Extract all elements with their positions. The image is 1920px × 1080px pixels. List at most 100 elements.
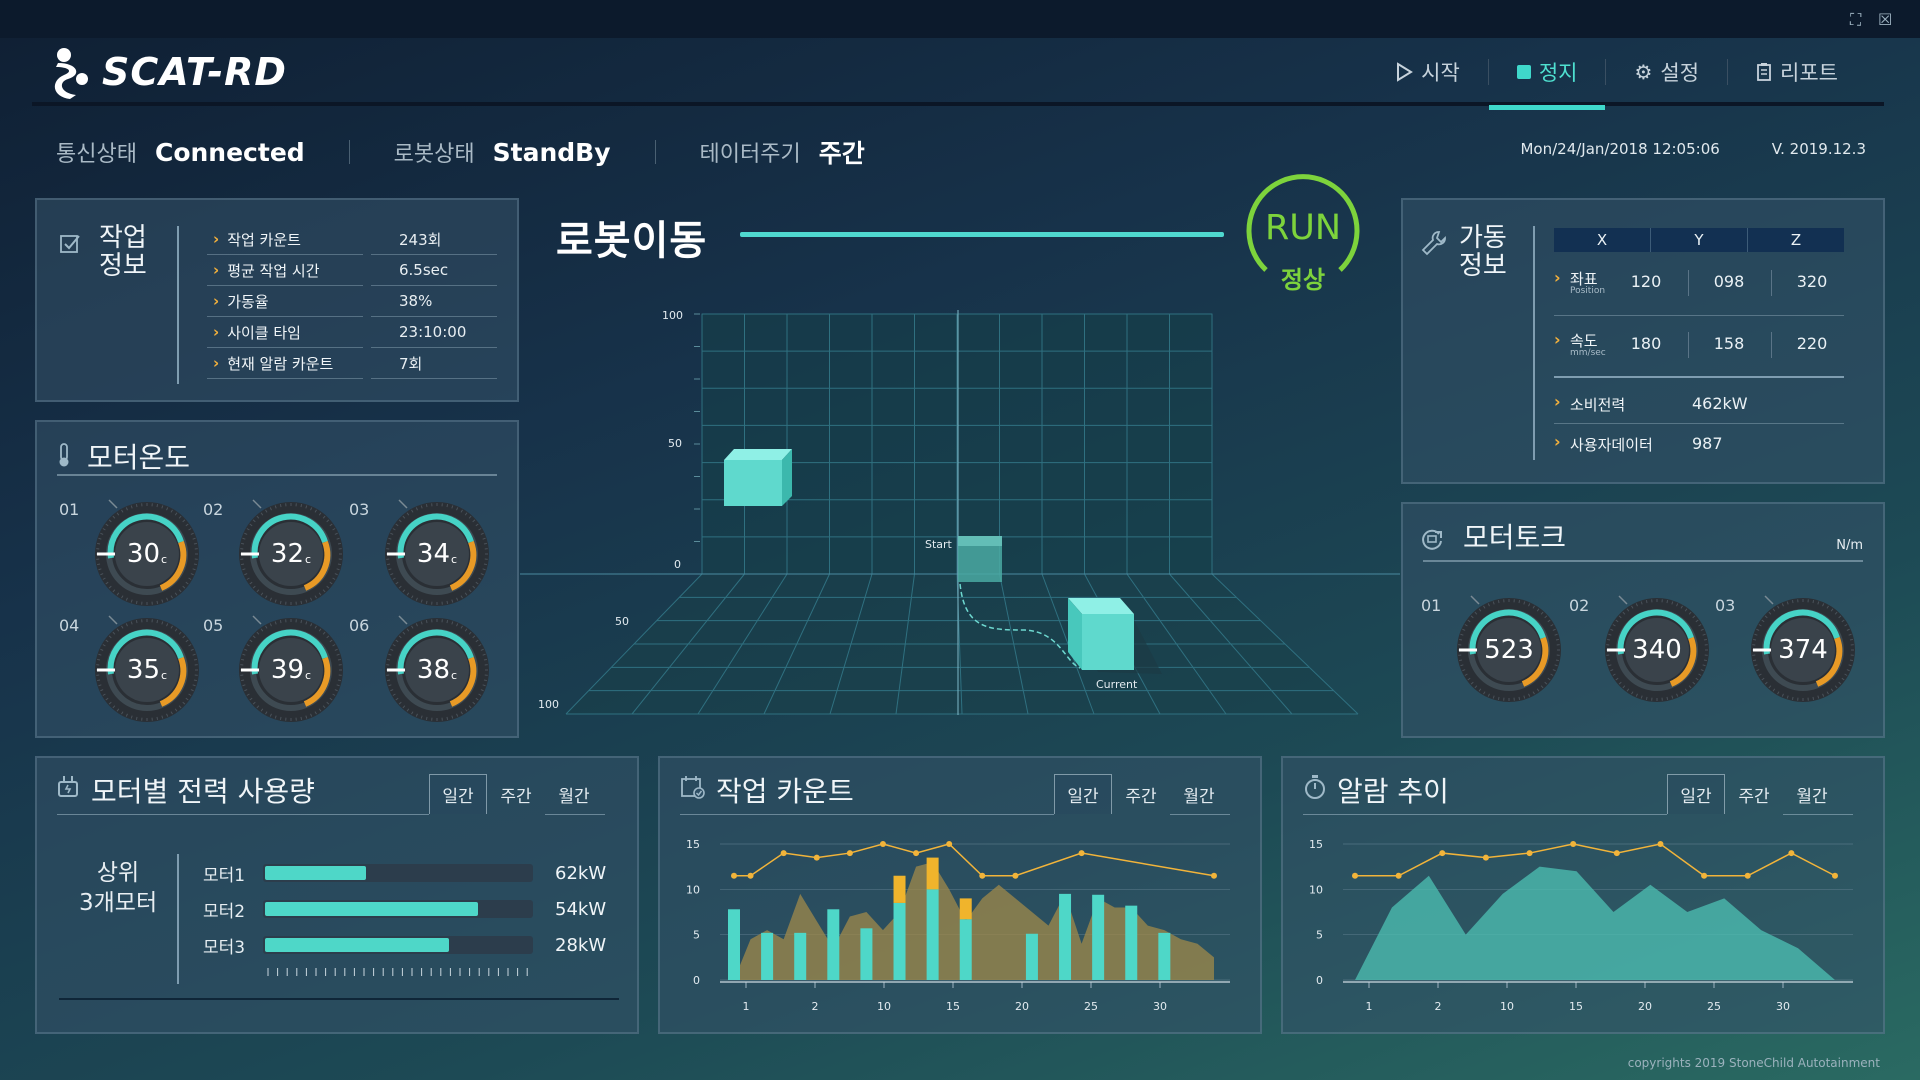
bar-scale-ticks <box>267 968 528 976</box>
coord-cell: 180 <box>1630 334 1662 353</box>
col-x: X <box>1554 228 1651 252</box>
gauge-unit: c <box>451 552 458 566</box>
tab-weekly[interactable]: 주간 <box>487 774 545 814</box>
gauge: 32 c <box>231 494 351 614</box>
gauge-value: 523 <box>1449 590 1569 710</box>
robot-status-label: 로봇상태 <box>393 142 475 167</box>
y-tick: 15 <box>1309 838 1323 851</box>
axis-tick: 0 <box>674 558 681 571</box>
nav-stop[interactable]: 정지 <box>1488 38 1606 110</box>
maximize-icon[interactable]: ⛶ <box>1850 10 1861 30</box>
torque-icon <box>1422 529 1442 550</box>
tab-weekly[interactable]: 주간 <box>1725 774 1783 814</box>
datetime-display: Mon/24/Jan/2018 12:05:06 <box>1520 140 1720 158</box>
stop-icon <box>1516 65 1531 79</box>
gauge-index: 02 <box>1569 596 1590 615</box>
kv-value: 7회 <box>371 348 497 379</box>
gauge-unit: c <box>451 668 458 682</box>
y-tick: 0 <box>693 974 700 987</box>
tab-daily[interactable]: 일간 <box>429 774 487 814</box>
gauge-unit: c <box>161 668 168 682</box>
divider <box>1170 814 1230 815</box>
gauge-index: 04 <box>59 616 80 635</box>
tab-monthly[interactable]: 월간 <box>1170 774 1228 814</box>
gauge-unit: c <box>305 668 312 682</box>
x-tick: 2 <box>812 1000 819 1013</box>
bar <box>1125 905 1138 980</box>
y-tick: 0 <box>1316 974 1323 987</box>
bar-segment <box>893 875 906 903</box>
divider <box>177 854 179 984</box>
gauge-value-number: 30 <box>126 539 161 569</box>
motor-torque-panel: 모터토크 N/m 523 01 340 02 374 03 <box>1401 502 1885 738</box>
coord-cell: 098 <box>1713 272 1745 291</box>
tab-weekly[interactable]: 주간 <box>1112 774 1170 814</box>
robot-start-marker <box>958 536 1002 582</box>
divider <box>545 814 605 815</box>
gauge: 340 <box>1597 590 1717 710</box>
data-cycle-label: 테이터주기 <box>699 142 801 167</box>
tab-monthly[interactable]: 월간 <box>1783 774 1841 814</box>
bar-label: 모터3 <box>203 937 246 958</box>
kv-key-text: 사이클 타임 <box>227 323 301 342</box>
kv-value: 243회 <box>371 224 497 255</box>
power-bar-row: 모터2 54kW <box>203 898 606 922</box>
main-nav: 시작 정지 ⚙ 설정 리포트 <box>1367 38 1866 110</box>
bar <box>860 928 873 980</box>
nav-report[interactable]: 리포트 <box>1728 38 1866 106</box>
gauge-value: 30 c <box>87 494 207 614</box>
bar <box>827 909 840 980</box>
nav-settings[interactable]: ⚙ 설정 <box>1606 38 1727 106</box>
gauge-index: 05 <box>203 616 224 635</box>
wrench-icon <box>1421 231 1446 256</box>
x-tick: 15 <box>946 1000 960 1013</box>
kv-key: › 가동율 <box>207 286 363 317</box>
work-count-period-tabs: 일간 주간 월간 <box>1054 774 1228 814</box>
bar-fill <box>265 866 367 880</box>
line-point <box>747 872 754 879</box>
work-count-panel: 작업 카운트 일간 주간 월간 15 10 5 0 1 2 10 15 20 25 30 <box>658 756 1262 1034</box>
line-point <box>1570 841 1577 847</box>
gauge-value: 32 c <box>231 494 351 614</box>
top-motors-label: 상위 3개모터 <box>79 858 157 918</box>
title-underline <box>740 232 1224 237</box>
operation-info-title: 가동 정보 <box>1459 224 1507 280</box>
motor-torque-title: 모터토크 <box>1463 521 1567 554</box>
torque-unit: N/m <box>1836 538 1863 553</box>
cell-divider <box>1688 332 1689 358</box>
axis-tick: 50 <box>668 437 682 450</box>
work-info-title-line1: 작업 <box>99 223 147 253</box>
line-point <box>1657 841 1664 847</box>
alarm-trend-title: 알람 추이 <box>1337 775 1449 808</box>
nav-start[interactable]: 시작 <box>1367 38 1488 106</box>
op-info-extra-row: › 소비전력 462kW <box>1554 388 1844 424</box>
play-icon <box>1397 62 1414 82</box>
power-bar-row: 모터1 62kW <box>203 862 606 886</box>
gauge: 35 c <box>87 610 207 730</box>
status-bar: 통신상태 Connected 로봇상태 StandBy 테이터주기 주간 Mon… <box>56 132 1866 172</box>
power-bar-row: 모터3 28kW <box>203 934 606 958</box>
tab-daily[interactable]: 일간 <box>1667 774 1725 814</box>
line-point <box>846 850 853 857</box>
robot-3d-view: 100 50 0 50 100 Start Current <box>520 309 1400 715</box>
tab-daily[interactable]: 일간 <box>1054 774 1112 814</box>
bar <box>893 902 906 980</box>
kv-value: 6.5sec <box>371 255 497 286</box>
nav-start-label: 시작 <box>1421 61 1460 85</box>
axis-tick: 100 <box>662 309 683 322</box>
top-motors-label-line1: 상위 <box>96 860 140 886</box>
tab-monthly[interactable]: 월간 <box>545 774 603 814</box>
x-tick: 20 <box>1638 1000 1652 1013</box>
y-tick: 5 <box>693 929 700 942</box>
bar <box>728 909 740 980</box>
status-divider <box>348 140 350 164</box>
gauge-value-number: 523 <box>1484 635 1534 665</box>
line-point <box>731 872 737 879</box>
row-label: 사용자데이터 <box>1570 436 1653 454</box>
run-status: 정상 <box>1280 266 1326 294</box>
coord-table-row: › 좌표 Position 120 098 320 <box>1554 264 1844 316</box>
x-tick: 25 <box>1084 1000 1098 1013</box>
alarm-trend-chart: 15 10 5 0 1 2 10 15 20 25 30 <box>1309 838 1853 1013</box>
close-icon[interactable]: ☒ <box>1878 10 1892 29</box>
work-info-title-line2: 정보 <box>99 251 147 281</box>
